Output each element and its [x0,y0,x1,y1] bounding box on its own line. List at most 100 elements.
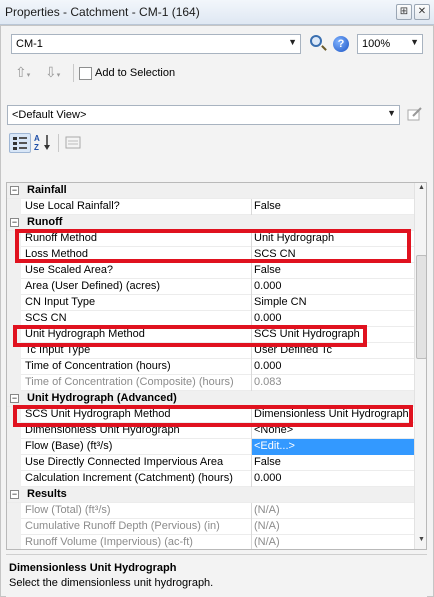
sort-alphabetical-icon: A Z [34,134,50,152]
description-text: Select the dimensionless unit hydrograph… [9,577,214,589]
property-value[interactable]: 0.000 [251,311,414,327]
svg-text:A: A [34,134,40,143]
view-select-value: <Default View> [12,109,87,121]
property-name: Cumulative Runoff Depth (Pervious) (in) [25,520,220,532]
property-row[interactable]: SCS CN 0.000 [7,311,414,327]
property-value[interactable]: False [251,455,414,471]
property-row[interactable]: SCS Unit Hydrograph Method Dimensionless … [7,407,414,423]
property-pages-button[interactable] [63,133,85,153]
property-value[interactable]: Dimensionless Unit Hydrograph [251,407,414,423]
row-gutter [7,343,21,359]
property-name: Calculation Increment (Catchment) (hours… [25,472,233,484]
scroll-up-icon[interactable]: ▲ [416,184,426,196]
title-bar: Properties - Catchment - CM-1 (164) ⊞ ✕ [0,0,434,25]
property-name: Runoff Method [25,232,97,244]
row-gutter [7,375,21,391]
property-row[interactable]: Flow (Base) (ft³/s) <Edit...> [7,439,414,455]
property-value[interactable]: SCS Unit Hydrograph [251,327,414,343]
svg-text:Z: Z [34,143,39,151]
chevron-down-icon: ▼ [387,108,396,118]
property-name: Use Directly Connected Impervious Area [25,456,224,468]
property-grid: − Rainfall Use Local Rainfall? False − Runoff… [6,182,427,550]
row-gutter [7,535,21,549]
property-value[interactable]: SCS CN [251,247,414,263]
categorized-view-button[interactable] [9,133,31,153]
property-row[interactable]: Tc Input Type User Defined Tc [7,343,414,359]
element-select-value: CM-1 [16,38,43,50]
help-icon: ? [333,36,349,52]
property-row[interactable]: Calculation Increment (Catchment) (hours… [7,471,414,487]
back-arrow-icon[interactable]: ⇧▾ [15,64,30,81]
property-value[interactable]: <Edit...> [251,439,414,455]
element-select[interactable]: CM-1 ▼ [11,34,301,54]
alphabetical-view-button[interactable]: A Z [33,133,55,153]
property-name: Unit Hydrograph Method [25,328,145,340]
property-row[interactable]: Use Local Rainfall? False [7,199,414,215]
category-row[interactable]: − Rainfall [7,183,414,199]
zoom-select-value: 100% [362,38,391,50]
chevron-down-icon: ▼ [288,37,297,47]
help-button[interactable]: ? [333,36,351,54]
row-gutter [7,503,21,519]
pin-button[interactable]: ⊞ [396,4,412,20]
toolbar-separator [58,134,59,152]
property-row[interactable]: Loss Method SCS CN [7,247,414,263]
property-row[interactable]: Runoff Method Unit Hydrograph [7,231,414,247]
collapse-toggle-icon[interactable]: − [10,394,19,403]
property-value[interactable]: 0.000 [251,471,414,487]
row-gutter [7,311,21,327]
close-button[interactable]: ✕ [414,4,430,20]
category-name: Unit Hydrograph (Advanced) [27,392,177,404]
category-row[interactable]: − Runoff [7,215,414,231]
zoom-to-element-button[interactable] [310,35,328,53]
property-name: Time of Concentration (Composite) (hours… [25,376,234,388]
property-row[interactable]: Flow (Total) (ft³/s) (N/A) [7,503,414,519]
property-value[interactable]: 0.000 [251,359,414,375]
collapse-toggle-icon[interactable]: − [10,490,19,499]
property-name: Tc Input Type [25,344,91,356]
property-row[interactable]: Unit Hydrograph Method SCS Unit Hydrograp… [7,327,414,343]
row-gutter [7,359,21,375]
property-value[interactable]: Unit Hydrograph [251,231,414,247]
property-name: Use Local Rainfall? [25,200,120,212]
property-row[interactable]: Cumulative Runoff Depth (Pervious) (in) (… [7,519,414,535]
description-pane: Dimensionless Unit Hydrograph Select the… [6,554,427,597]
property-row[interactable]: CN Input Type Simple CN [7,295,414,311]
add-to-selection-checkbox[interactable] [79,67,92,80]
property-row[interactable]: Time of Concentration (Composite) (hours… [7,375,414,391]
property-value[interactable]: <None> [251,423,414,439]
property-row[interactable]: Time of Concentration (hours) 0.000 [7,359,414,375]
property-name: CN Input Type [25,296,96,308]
scroll-down-icon[interactable]: ▼ [416,536,426,548]
property-name: Flow (Base) (ft³/s) [25,440,113,452]
property-value: (N/A) [251,519,414,535]
property-value[interactable]: User Defined Tc [251,343,414,359]
forward-arrow-icon[interactable]: ⇩▾ [45,64,60,81]
properties-panel: CM-1 ▼ ? 100% ▼ ⇧▾ ⇩▾ Add to Selection <… [0,25,434,597]
property-pages-icon [65,136,81,149]
property-value[interactable]: False [251,199,414,215]
property-row[interactable]: Use Scaled Area? False [7,263,414,279]
row-gutter [7,295,21,311]
categorized-icon [13,137,27,150]
row-gutter [7,263,21,279]
property-row[interactable]: Use Directly Connected Impervious Area Fa… [7,455,414,471]
property-name: Area (User Defined) (acres) [25,280,161,292]
scrollbar-thumb[interactable] [416,255,426,359]
property-row[interactable]: Area (User Defined) (acres) 0.000 [7,279,414,295]
edit-view-button[interactable] [407,106,425,124]
category-row[interactable]: − Unit Hydrograph (Advanced) [7,391,414,407]
property-value[interactable]: False [251,263,414,279]
property-value[interactable]: Simple CN [251,295,414,311]
property-value[interactable]: 0.000 [251,279,414,295]
chevron-down-icon: ▼ [410,37,419,47]
property-row[interactable]: Dimensionless Unit Hydrograph <None> [7,423,414,439]
row-gutter [7,231,21,247]
property-row[interactable]: Runoff Volume (Impervious) (ac-ft) (N/A) [7,535,414,549]
collapse-toggle-icon[interactable]: − [10,218,19,227]
category-row[interactable]: − Results [7,487,414,503]
collapse-toggle-icon[interactable]: − [10,186,19,195]
vertical-scrollbar[interactable]: ▲ ▼ [414,183,426,549]
zoom-select[interactable]: 100% ▼ [357,34,423,54]
view-select[interactable]: <Default View> ▼ [7,105,400,125]
